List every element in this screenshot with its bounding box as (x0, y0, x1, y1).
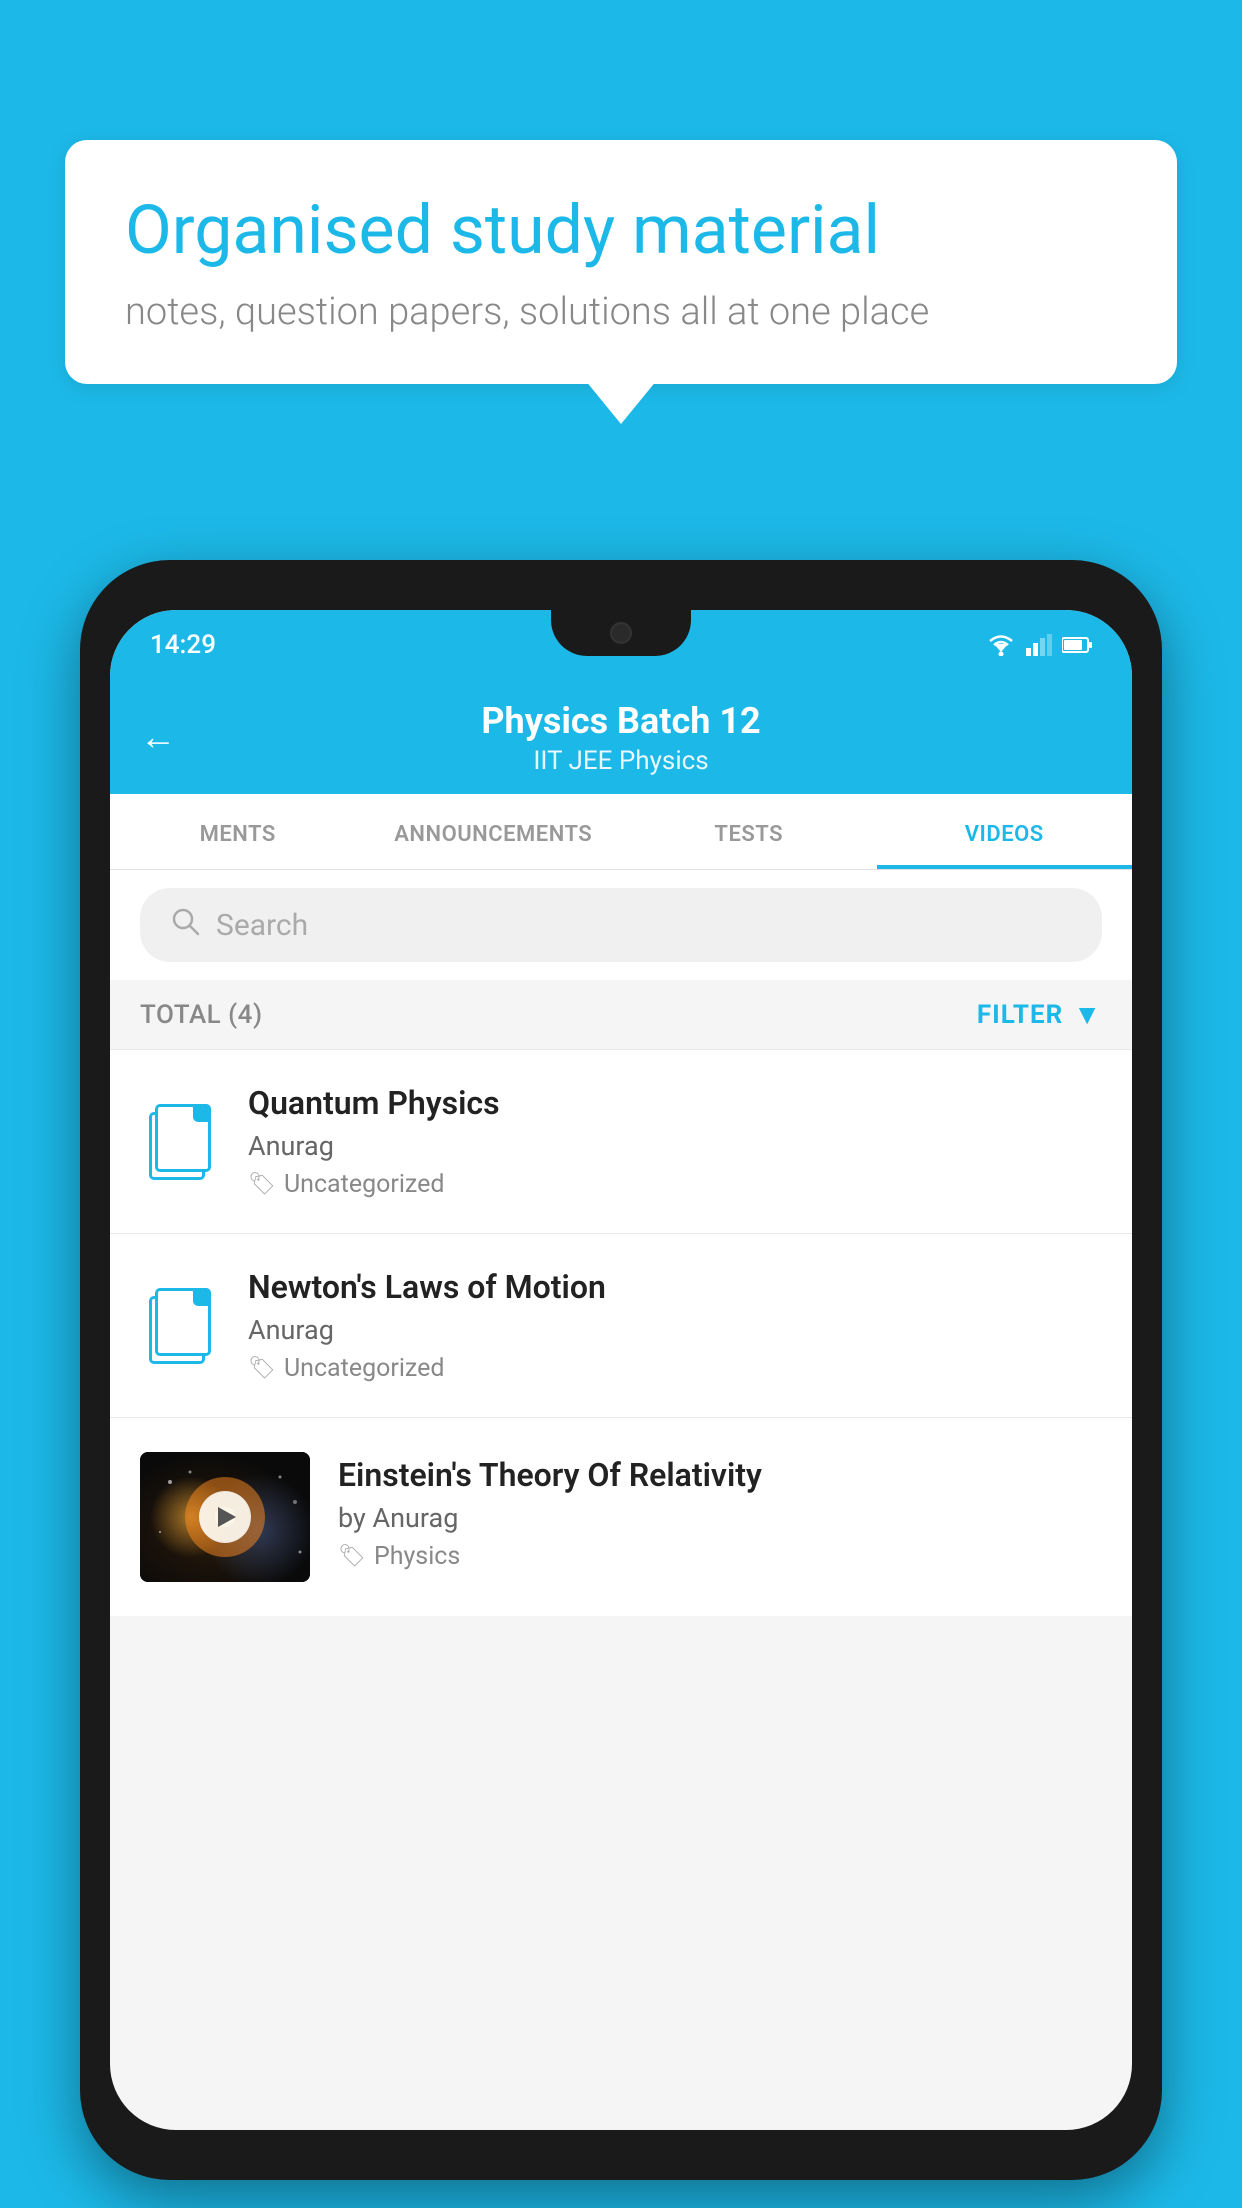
item-tag-label-2: Physics (374, 1542, 460, 1571)
tag-icon-0: 🏷 (248, 1172, 276, 1197)
play-triangle-icon (218, 1507, 236, 1527)
item-tag-1: 🏷 Uncategorized (248, 1354, 1102, 1383)
status-icons (986, 634, 1092, 656)
item-info-2: Einstein's Theory Of Relativity by Anura… (338, 1452, 1102, 1571)
back-button[interactable]: ← (140, 716, 176, 758)
header-title: Physics Batch 12 (481, 700, 760, 742)
phone-shell: 14:29 (80, 560, 1162, 2180)
file-icon-1 (149, 1288, 211, 1364)
tabs-bar: MENTS ANNOUNCEMENTS TESTS VIDEOS (110, 794, 1132, 870)
wifi-icon (986, 634, 1016, 656)
search-icon (170, 906, 200, 944)
app-header: ← Physics Batch 12 IIT JEE Physics (110, 680, 1132, 794)
item-tag-2: 🏷 Physics (338, 1542, 1102, 1571)
content-list: Quantum Physics Anurag 🏷 Uncategorized (110, 1050, 1132, 1616)
tag-icon-2: 🏷 (338, 1544, 366, 1569)
notch (551, 610, 691, 656)
filter-bar: TOTAL (4) FILTER ▼ (110, 980, 1132, 1050)
tab-tests[interactable]: TESTS (621, 794, 877, 869)
item-tag-label-1: Uncategorized (284, 1354, 445, 1383)
item-tag-label-0: Uncategorized (284, 1170, 445, 1199)
total-count: TOTAL (4) (140, 1000, 263, 1030)
file-icon-front-0 (155, 1104, 211, 1172)
header-subtitle: IIT JEE Physics (533, 746, 708, 776)
play-button-2[interactable] (199, 1491, 251, 1543)
list-item[interactable]: Quantum Physics Anurag 🏷 Uncategorized (110, 1050, 1132, 1234)
search-placeholder[interactable]: Search (216, 908, 308, 943)
battery-icon (1062, 636, 1092, 654)
item-info-0: Quantum Physics Anurag 🏷 Uncategorized (248, 1084, 1102, 1199)
filter-label: FILTER (977, 1000, 1063, 1030)
status-bar: 14:29 (110, 610, 1132, 680)
item-icon-1 (140, 1281, 220, 1371)
item-title-0: Quantum Physics (248, 1084, 1102, 1122)
list-item[interactable]: Newton's Laws of Motion Anurag 🏷 Uncateg… (110, 1234, 1132, 1418)
tab-ments[interactable]: MENTS (110, 794, 366, 869)
camera-dot (610, 622, 632, 644)
speech-bubble-subtitle: notes, question papers, solutions all at… (125, 290, 1117, 334)
item-tag-0: 🏷 Uncategorized (248, 1170, 1102, 1199)
phone-screen: 14:29 (110, 610, 1132, 2130)
filter-button[interactable]: FILTER ▼ (977, 998, 1102, 1031)
tab-announcements[interactable]: ANNOUNCEMENTS (366, 794, 622, 869)
video-thumbnail-2 (140, 1452, 310, 1582)
status-time: 14:29 (150, 630, 216, 660)
file-icon-0 (149, 1104, 211, 1180)
item-title-1: Newton's Laws of Motion (248, 1268, 1102, 1306)
tag-icon-1: 🏷 (248, 1356, 276, 1381)
item-author-0: Anurag (248, 1130, 1102, 1162)
item-author-2: by Anurag (338, 1502, 1102, 1534)
filter-funnel-icon: ▼ (1073, 998, 1102, 1031)
item-author-1: Anurag (248, 1314, 1102, 1346)
search-bar-container: Search (110, 870, 1132, 980)
search-bar[interactable]: Search (140, 888, 1102, 962)
tab-videos[interactable]: VIDEOS (877, 794, 1133, 869)
file-icon-front-1 (155, 1288, 211, 1356)
signal-icon (1026, 634, 1052, 656)
list-item-thumb[interactable]: Einstein's Theory Of Relativity by Anura… (110, 1418, 1132, 1616)
item-title-2: Einstein's Theory Of Relativity (338, 1456, 1102, 1494)
item-icon-0 (140, 1097, 220, 1187)
item-info-1: Newton's Laws of Motion Anurag 🏷 Uncateg… (248, 1268, 1102, 1383)
speech-bubble-card: Organised study material notes, question… (65, 140, 1177, 384)
speech-bubble-title: Organised study material (125, 190, 1117, 272)
